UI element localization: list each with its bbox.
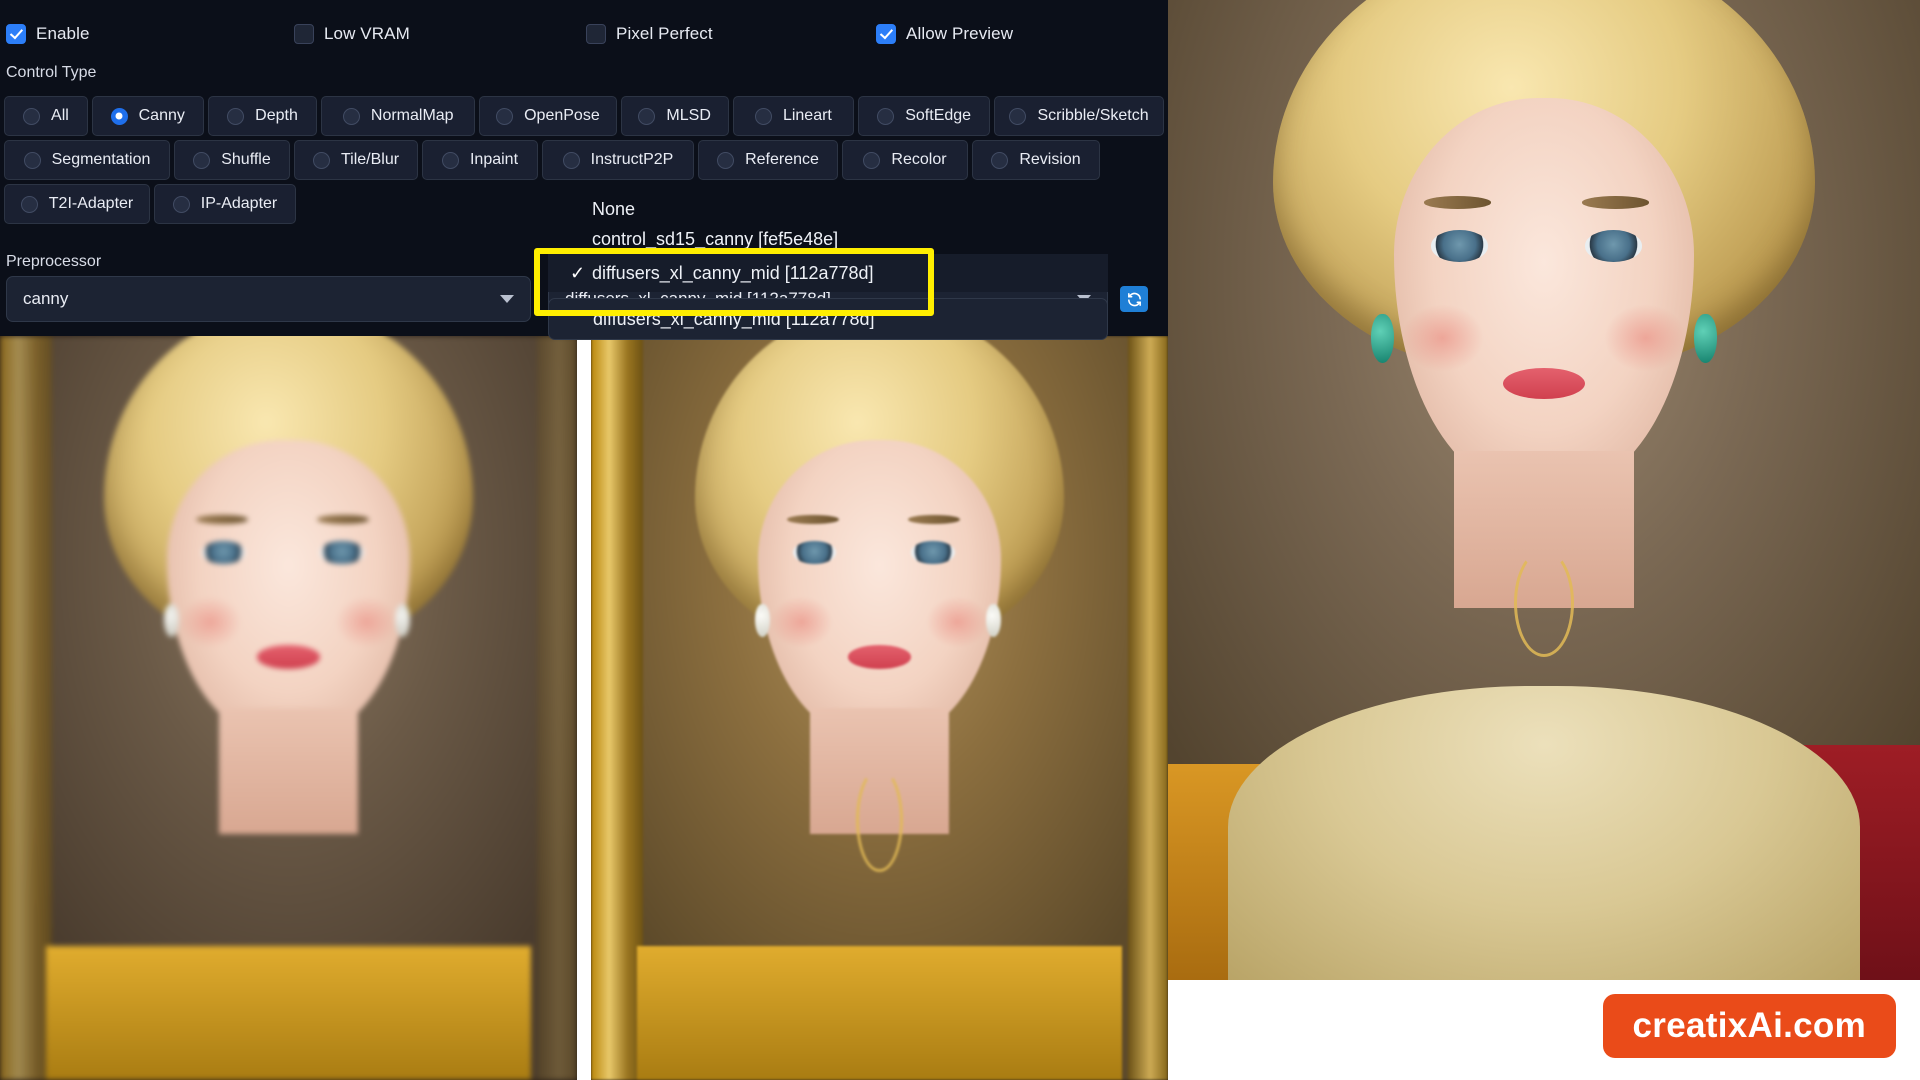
control-type-instructp2p[interactable]: InstructP2P [542,140,694,180]
checkbox-enable[interactable]: Enable [6,24,294,44]
control-type-shuffle[interactable]: Shuffle [174,140,290,180]
control-type-label-lineart: Lineart [782,107,832,124]
control-type-label-openpose: OpenPose [524,107,600,124]
control-type-label-canny: Canny [138,107,185,124]
control-type-label-mlsd: MLSD [666,107,711,124]
dropdown-option-label: diffusers_xl_canny_mid [112a778d] [592,262,874,283]
screen-root: Enable Low VRAM Pixel Perfect Allow Prev… [0,0,1920,1080]
hero-result-image[interactable] [1168,0,1920,980]
radio-icon-all [23,107,41,125]
radio-icon-revision [991,151,1009,169]
dropdown-option-diffusers-xl-canny-mid[interactable]: ✓ diffusers_xl_canny_mid [112a778d] [548,254,1108,292]
radio-icon-openpose [496,107,514,125]
refresh-icon[interactable] [1120,286,1148,312]
radio-icon-canny [110,107,128,125]
checkbox-icon-allow-preview[interactable] [876,24,896,44]
radio-icon-inpaint [441,151,459,169]
control-type-row-2: Segmentation Shuffle Tile/Blur Inpaint I… [4,140,1164,180]
checkbox-allow-preview[interactable]: Allow Preview [876,24,1156,44]
chevron-down-icon-preprocessor [500,295,514,303]
checkbox-label-pixel-perfect: Pixel Perfect [616,24,713,43]
control-type-label-reference: Reference [745,151,819,168]
radio-icon-softedge [877,107,895,125]
control-type-recolor[interactable]: Recolor [842,140,968,180]
radio-icon-instructp2p [562,151,580,169]
watermark-badge: creatixAi.com [1602,994,1896,1058]
control-type-mlsd[interactable]: MLSD [620,96,729,136]
dropdown-selected-echo[interactable]: diffusers_xl_canny_mid [112a778d] [548,298,1108,340]
control-type-row-1: All Canny Depth NormalMap OpenPose MLSD … [4,96,1165,136]
control-type-ip-adapter[interactable]: IP-Adapter [154,184,296,224]
controlnet-panel: Enable Low VRAM Pixel Perfect Allow Prev… [0,0,1168,340]
control-type-label-segmentation: Segmentation [51,151,151,168]
control-type-softedge[interactable]: SoftEdge [858,96,991,136]
preview-thumbnail-left[interactable] [0,336,577,1080]
radio-icon-ip-adapter [172,195,190,213]
radio-icon-tile-blur [312,151,330,169]
dropdown-option-control-sd15-canny[interactable]: control_sd15_canny [fef5e48e] [548,228,1108,254]
control-type-label-inpaint: Inpaint [469,151,519,168]
model-dropdown-list[interactable]: None control_sd15_canny [fef5e48e] ✓ dif… [534,190,1108,340]
control-type-inpaint[interactable]: Inpaint [422,140,538,180]
control-type-label-all: All [51,107,69,124]
radio-icon-segmentation [23,151,41,169]
checkbox-icon-low-vram[interactable] [294,24,314,44]
dropdown-option-none[interactable]: None [548,190,1108,228]
control-type-label-softedge: SoftEdge [905,107,972,124]
radio-icon-normalmap [342,107,360,125]
control-type-segmentation[interactable]: Segmentation [4,140,170,180]
control-type-tile-blur[interactable]: Tile/Blur [294,140,418,180]
preprocessor-value: canny [23,289,69,308]
control-type-label-instructp2p: InstructP2P [590,151,674,168]
options-checkbox-row: Enable Low VRAM Pixel Perfect Allow Prev… [0,16,1168,52]
control-type-revision[interactable]: Revision [972,140,1100,180]
control-type-label: Control Type [6,64,97,81]
control-type-scribble-sketch[interactable]: Scribble/Sketch [994,96,1165,136]
check-icon: ✓ [570,262,586,283]
preprocessor-label: Preprocessor [6,253,102,270]
radio-icon-recolor [863,151,881,169]
checkbox-icon-enable[interactable] [6,24,26,44]
control-type-openpose[interactable]: OpenPose [479,96,617,136]
radio-icon-mlsd [638,107,656,125]
preview-thumbnail-right[interactable] [591,336,1168,1080]
radio-icon-depth [227,107,245,125]
control-type-label-shuffle: Shuffle [221,151,271,168]
checkbox-label-allow-preview: Allow Preview [906,24,1014,43]
control-type-label-tile-blur: Tile/Blur [340,151,400,168]
preprocessor-select[interactable]: canny [6,276,531,322]
checkbox-low-vram[interactable]: Low VRAM [294,24,586,44]
radio-icon-t2i-adapter [20,195,38,213]
checkbox-icon-pixel-perfect[interactable] [586,24,606,44]
checkbox-label-enable: Enable [36,24,90,43]
control-type-t2i-adapter[interactable]: T2I-Adapter [4,184,150,224]
control-type-label-normalmap: NormalMap [370,107,454,124]
control-type-all[interactable]: All [4,96,88,136]
checkbox-label-low-vram: Low VRAM [324,24,410,43]
control-type-reference[interactable]: Reference [698,140,838,180]
control-type-canny[interactable]: Canny [91,96,204,136]
radio-icon-reference [717,151,735,169]
control-type-label-t2i-adapter: T2I-Adapter [48,195,134,212]
control-type-label-depth: Depth [255,107,298,124]
radio-icon-shuffle [193,151,211,169]
preview-image-row [0,336,1168,1080]
control-type-label-ip-adapter: IP-Adapter [200,195,278,212]
control-type-label-revision: Revision [1019,151,1081,168]
radio-icon-lineart [754,107,772,125]
control-type-lineart[interactable]: Lineart [732,96,855,136]
control-type-depth[interactable]: Depth [207,96,318,136]
control-type-label-recolor: Recolor [891,151,947,168]
checkbox-pixel-perfect[interactable]: Pixel Perfect [586,24,876,44]
radio-icon-scribble-sketch [1009,107,1027,125]
control-type-normalmap[interactable]: NormalMap [321,96,476,136]
control-type-label-scribble-sketch: Scribble/Sketch [1037,107,1149,124]
